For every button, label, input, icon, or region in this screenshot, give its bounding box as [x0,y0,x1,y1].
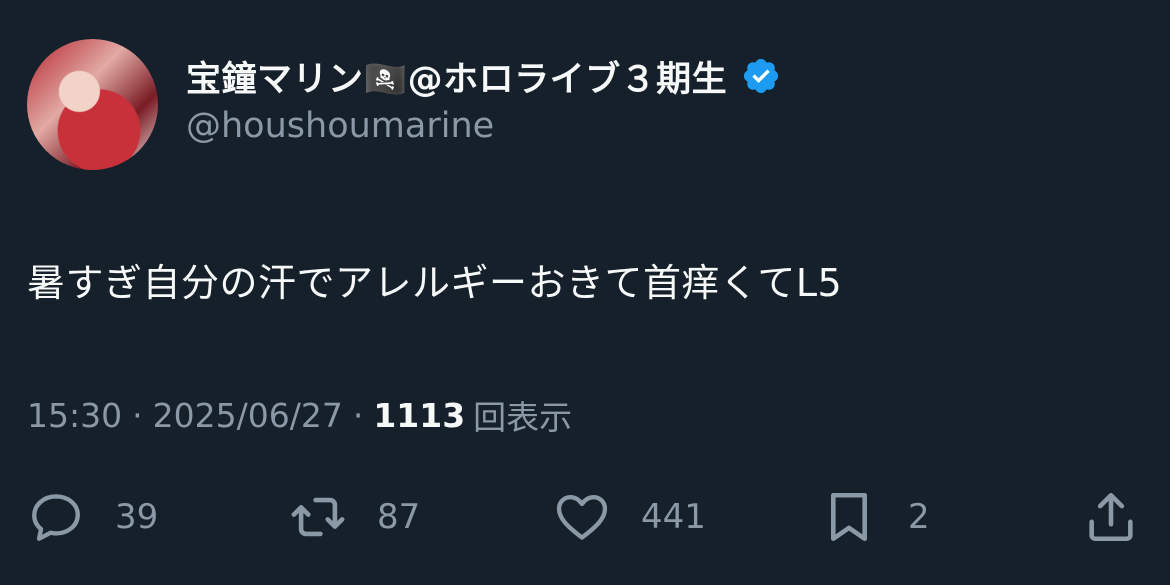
author-name-row: 宝鐘マリン🏴‍☠️@ホロライブ３期生 [186,52,781,100]
share-button[interactable] [1082,488,1140,546]
meta-separator: · [132,395,143,435]
bookmark-icon [830,492,868,542]
views-label: 回表示 [473,398,573,437]
retweet-icon [291,497,345,537]
bookmark-button[interactable]: 2 [820,488,930,546]
bookmark-count: 2 [908,497,930,537]
meta-separator: · [352,395,364,435]
tweet-text: 暑すぎ自分の汗でアレルギーおきて首痒くてL5 [27,261,843,305]
tweet-date[interactable]: 2025/06/27 [153,396,343,435]
author-display-name[interactable]: 宝鐘マリン🏴‍☠️@ホロライブ３期生 [186,51,727,102]
heart-icon [556,495,608,540]
share-icon [1089,492,1133,542]
retweet-button[interactable]: 87 [289,488,420,546]
like-count: 441 [641,497,706,537]
reply-count: 39 [115,497,159,537]
retweet-count: 87 [377,497,421,537]
avatar[interactable] [27,39,158,170]
verified-badge-icon [744,58,779,94]
author-handle[interactable]: @houshoumarine [186,106,494,146]
reply-button[interactable]: 39 [27,488,158,546]
tweet-meta: 15:30 · 2025/06/27 · 1113 回表示 [27,392,572,438]
reply-icon [32,494,80,541]
views-count[interactable]: 1113 [373,396,465,435]
tweet-time[interactable]: 15:30 [27,396,122,435]
tweet-card: 宝鐘マリン🏴‍☠️@ホロライブ３期生 @houshoumarine 暑すぎ自分の… [0,0,1170,585]
like-button[interactable]: 441 [553,488,706,546]
